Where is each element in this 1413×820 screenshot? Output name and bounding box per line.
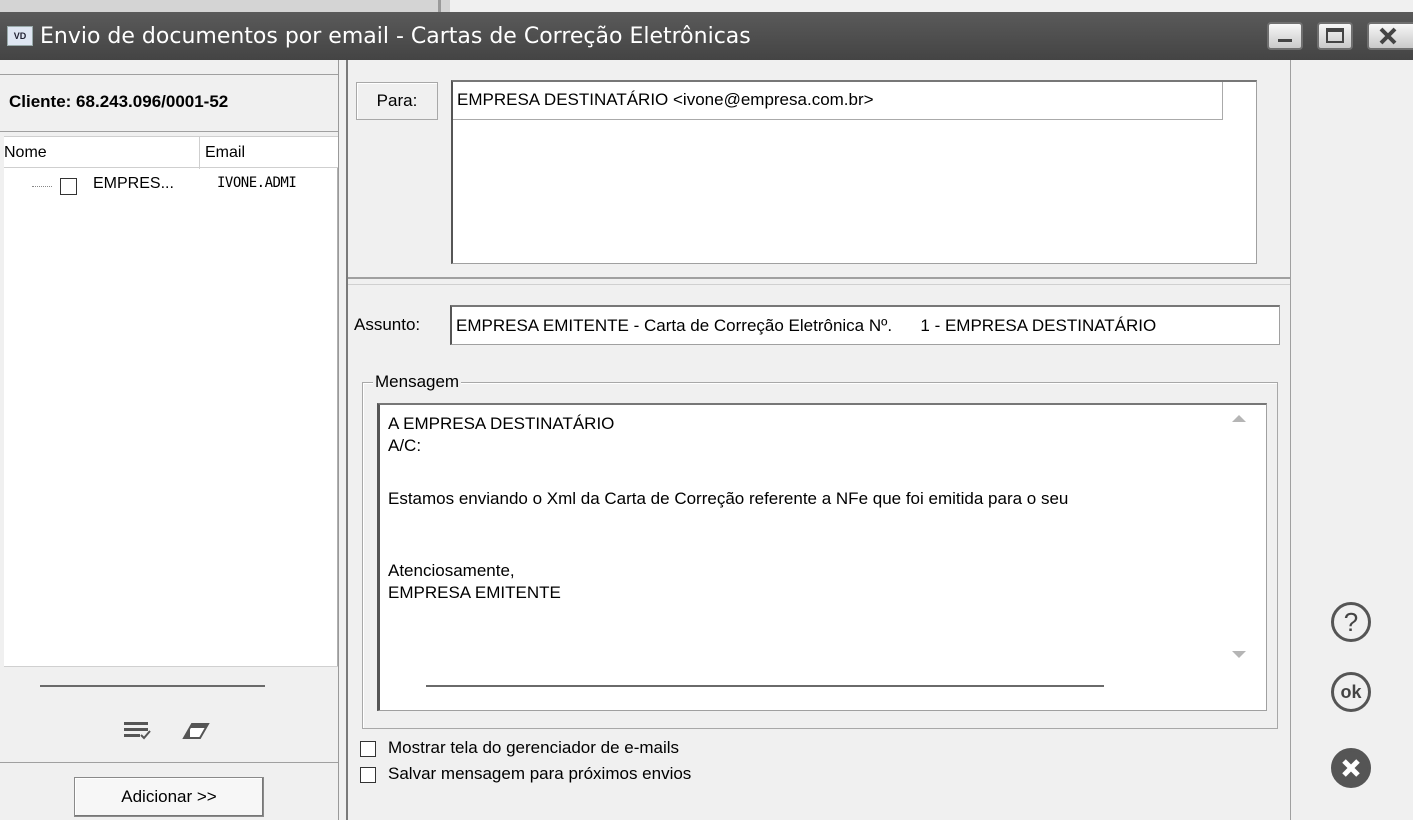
salvar-mensagem-checkbox[interactable] xyxy=(360,767,376,783)
vertical-splitter[interactable] xyxy=(338,60,348,820)
minimize-icon xyxy=(1278,39,1292,42)
list-item[interactable]: EMPRES... IVONE.ADMI xyxy=(4,174,338,200)
para-value: EMPRESA DESTINATÁRIO <ivone@empresa.com.… xyxy=(457,90,874,109)
recipients-panel: Cliente: 68.243.096/0001-52 Nome Email E… xyxy=(0,60,338,820)
list-tools xyxy=(0,702,338,762)
message-horizontal-scrollbar[interactable] xyxy=(426,685,1104,687)
close-icon xyxy=(1379,27,1397,45)
scrollbar-thumb[interactable] xyxy=(40,685,265,687)
client-label: Cliente: 68.243.096/0001-52 xyxy=(9,92,229,111)
horizontal-splitter[interactable] xyxy=(348,277,1290,285)
client-header: Cliente: 68.243.096/0001-52 xyxy=(0,74,338,132)
message-line: EMPRESA EMITENTE xyxy=(388,583,561,602)
app-icon[interactable]: VD xyxy=(7,26,33,46)
cancel-icon xyxy=(1342,759,1360,777)
mensagem-textarea[interactable]: A EMPRESA DESTINATÁRIO A/C: Estamos envi… xyxy=(377,403,1267,711)
scroll-down-arrow-icon[interactable] xyxy=(1232,651,1246,658)
add-button[interactable]: Adicionar >> xyxy=(74,777,264,817)
assunto-value: EMPRESA EMITENTE - Carta de Correção Ele… xyxy=(456,316,1157,335)
recipient-email: IVONE.ADMI xyxy=(217,175,297,191)
action-panel: ? ok xyxy=(1290,60,1413,820)
title-bar[interactable]: VD Envio de documentos por email - Carta… xyxy=(0,12,1413,60)
help-button[interactable]: ? xyxy=(1331,602,1371,642)
para-field[interactable]: EMPRESA DESTINATÁRIO <ivone@empresa.com.… xyxy=(451,80,1257,264)
scroll-up-arrow-icon[interactable] xyxy=(1232,415,1246,422)
message-line: A EMPRESA DESTINATÁRIO xyxy=(388,414,615,433)
background-splitter xyxy=(438,0,441,12)
column-header-email[interactable]: Email xyxy=(205,144,245,162)
minimize-button[interactable] xyxy=(1267,22,1303,50)
message-line: Estamos enviando o Xml da Carta de Corre… xyxy=(388,489,1069,508)
recipients-list[interactable]: Nome Email EMPRES... IVONE.ADMI xyxy=(4,136,338,666)
check-list-icon[interactable] xyxy=(120,714,154,744)
window-title: Envio de documentos por email - Cartas d… xyxy=(40,24,751,49)
email-form: Para: EMPRESA DESTINATÁRIO <ivone@empres… xyxy=(348,60,1290,820)
recipient-name: EMPRES... xyxy=(93,175,174,192)
ok-icon: ok xyxy=(1340,682,1362,702)
help-icon: ? xyxy=(1343,607,1359,637)
mensagem-legend: Mensagem xyxy=(373,372,462,392)
para-button[interactable]: Para: xyxy=(356,82,438,120)
maximize-button[interactable] xyxy=(1317,22,1353,50)
column-divider[interactable] xyxy=(199,137,200,169)
assunto-label: Assunto: xyxy=(354,315,421,334)
assunto-input[interactable]: EMPRESA EMITENTE - Carta de Correção Ele… xyxy=(450,305,1280,345)
column-header-nome[interactable]: Nome xyxy=(4,144,47,162)
para-entry[interactable]: EMPRESA DESTINATÁRIO <ivone@empresa.com.… xyxy=(453,82,1223,120)
ok-button[interactable]: ok xyxy=(1331,672,1371,712)
mostrar-gerenciador-checkbox[interactable] xyxy=(360,741,376,757)
tree-connector xyxy=(32,186,52,187)
salvar-mensagem-label[interactable]: Salvar mensagem para próximos envios xyxy=(388,764,691,784)
mostrar-gerenciador-label[interactable]: Mostrar tela do gerenciador de e-mails xyxy=(388,738,679,758)
mensagem-group: Mensagem A EMPRESA DESTINATÁRIO A/C: Est… xyxy=(362,372,1278,729)
recipient-checkbox[interactable] xyxy=(60,178,77,195)
cancel-button[interactable] xyxy=(1331,748,1371,788)
list-header: Nome Email xyxy=(4,136,338,169)
message-line: Atenciosamente, xyxy=(388,561,515,580)
message-line: A/C: xyxy=(388,436,422,455)
eraser-icon[interactable] xyxy=(178,714,212,744)
list-horizontal-scrollbar[interactable] xyxy=(4,666,338,702)
close-button[interactable] xyxy=(1367,22,1413,50)
add-bar: Adicionar >> xyxy=(0,762,338,820)
background-window-strip xyxy=(0,0,1413,12)
maximize-icon xyxy=(1326,28,1344,43)
background-window-area xyxy=(0,0,450,12)
